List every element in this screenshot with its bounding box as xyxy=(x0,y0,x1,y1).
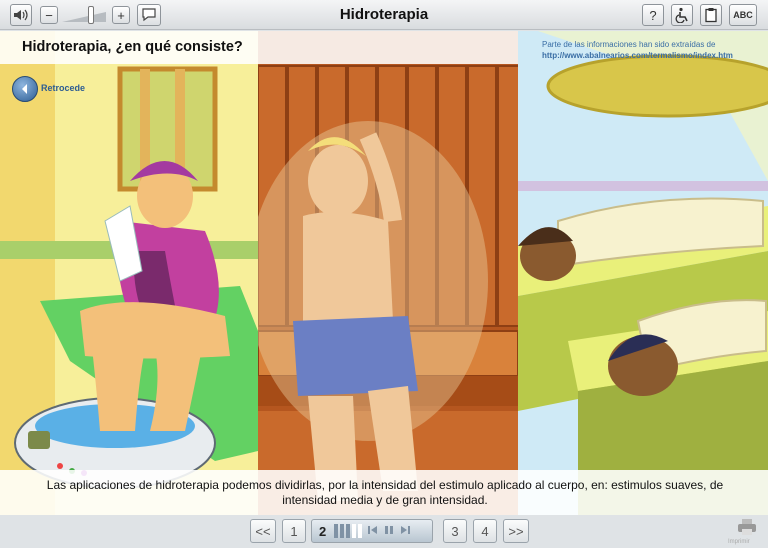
rewind-icon[interactable] xyxy=(368,525,378,538)
pause-icon[interactable] xyxy=(384,525,394,538)
back-button[interactable] xyxy=(12,76,38,102)
top-toolbar: − + Hidroterapia ? ABC xyxy=(0,0,768,30)
pager-bar: << 1 2 3 4 >> xyxy=(0,515,768,548)
back-label[interactable]: Retrocede xyxy=(41,83,85,93)
skip-end-icon[interactable] xyxy=(400,525,411,538)
current-page-number: 2 xyxy=(319,523,327,539)
content-stage: Hidroterapia, ¿en qué consiste? Parte de… xyxy=(0,31,768,515)
accessibility-icon[interactable] xyxy=(671,4,693,26)
page-3-button[interactable]: 3 xyxy=(443,519,467,543)
mud-wrap-illustration xyxy=(518,31,768,515)
page-2-current[interactable]: 2 xyxy=(311,519,433,543)
page-1-button[interactable]: 1 xyxy=(282,519,306,543)
foot-bath-illustration xyxy=(0,31,258,515)
first-page-button[interactable]: << xyxy=(250,519,276,543)
page-heading: Hidroterapia, ¿en qué consiste? xyxy=(22,39,243,55)
last-page-button[interactable]: >> xyxy=(503,519,529,543)
source-note: Parte de las informaciones han sido extr… xyxy=(542,39,733,61)
page-4-button[interactable]: 4 xyxy=(473,519,497,543)
caption-text: Las aplicaciones de hidroterapia podemos… xyxy=(46,478,724,507)
print-label[interactable]: Imprimir xyxy=(728,539,750,545)
progress-bars xyxy=(334,524,363,538)
source-link[interactable]: http://www.abalnearios.com/termalismo/in… xyxy=(542,50,733,61)
clipboard-icon[interactable] xyxy=(700,4,722,26)
printer-icon[interactable] xyxy=(736,518,758,540)
back-arrow-icon xyxy=(22,84,27,94)
help-button[interactable]: ? xyxy=(642,4,664,26)
abc-button[interactable]: ABC xyxy=(729,4,757,26)
sauna-illustration xyxy=(258,31,518,515)
source-text: Parte de las informaciones han sido extr… xyxy=(542,40,716,49)
